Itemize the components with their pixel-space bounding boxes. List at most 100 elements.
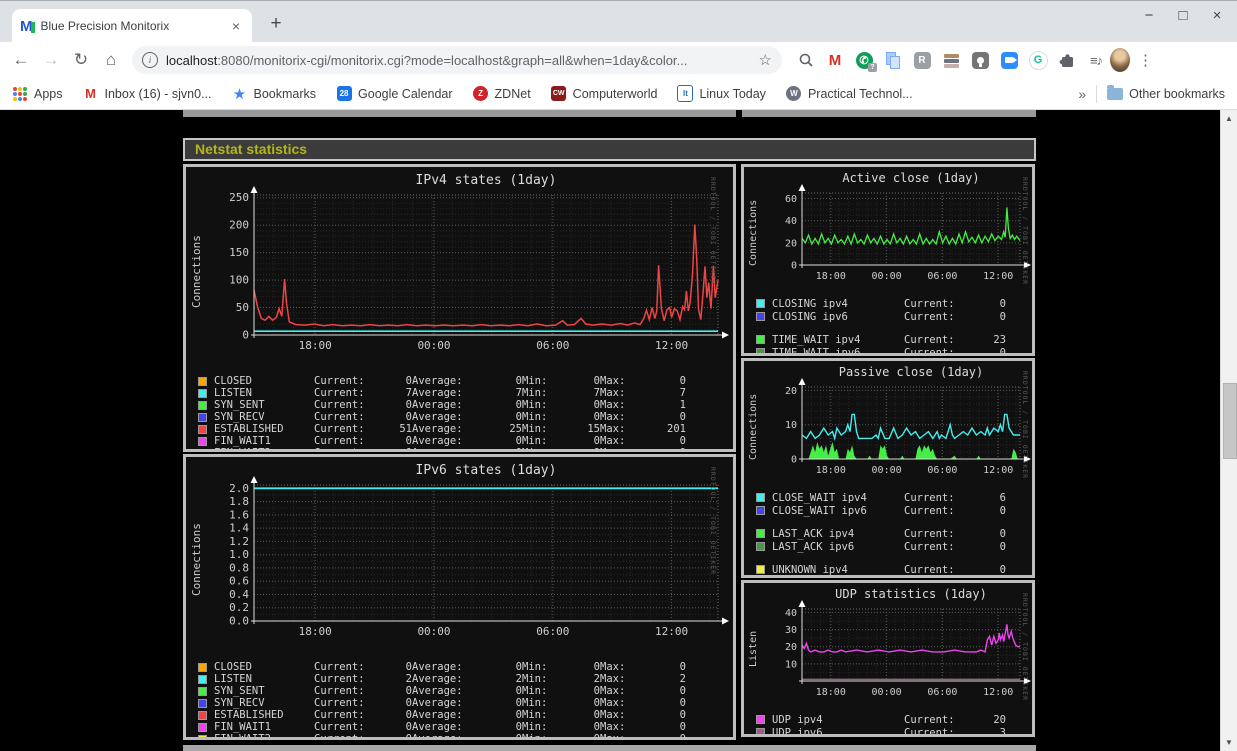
browser-window: M Blue Precision Monitorix × + − □ × ← →… — [0, 0, 1237, 751]
legend-swatch — [198, 662, 207, 672]
svg-text:200: 200 — [229, 219, 249, 232]
svg-text:18:00: 18:00 — [816, 687, 846, 698]
extensions-puzzle-icon[interactable] — [1057, 50, 1077, 70]
scrollbar-thumb[interactable] — [1223, 383, 1237, 459]
graph-panel-ipv6-states[interactable]: Connections 0.0 0.2 0.4 0.6 0.8 1.0 1.2 1.4 1.6 1… — [183, 454, 736, 740]
svg-text:20: 20 — [785, 642, 797, 653]
svg-text:00:00: 00:00 — [417, 339, 450, 352]
bookmarks-bar: Apps M Inbox (16) - sjvn0... ★ Bookmarks 28 Go… — [0, 78, 1237, 110]
y-axis-label: Connections — [190, 523, 203, 596]
legend-swatch — [198, 424, 207, 434]
address-bar[interactable]: i localhost:8080/monitorix-cgi/monitorix… — [132, 46, 782, 74]
maximize-button[interactable]: □ — [1173, 7, 1193, 24]
legend-row: FIN_WAIT1 Current: 0 Average: 0 Min: 0 Max: 0 — [198, 435, 733, 447]
playlist-ext-icon[interactable]: ≡♪ — [1086, 50, 1106, 70]
profile-avatar[interactable] — [1110, 48, 1130, 72]
back-button[interactable]: ← — [8, 47, 34, 73]
reader-ext-icon[interactable]: R — [912, 50, 932, 70]
ipv4-states-chart: 0 50 100 150 200 250 18:00 00:00 06:00 12:00 IPv4 … — [206, 171, 730, 372]
bookmark-item[interactable]: 28 Google Calendar — [336, 86, 453, 102]
rrdtool-branding: RRDTOOL / TOBI OETIKER — [1021, 371, 1029, 480]
svg-text:50: 50 — [236, 301, 249, 314]
bookmark-item[interactable]: CW Computerworld — [551, 86, 657, 102]
new-tab-button[interactable]: + — [262, 11, 290, 39]
vertical-scrollbar[interactable]: ▲ ▼ — [1220, 110, 1237, 751]
calendar-icon: 28 — [336, 86, 352, 101]
graph-panel-active-close[interactable]: Connections 0 20 40 60 18:00 00:00 06:00 12:00 A… — [741, 164, 1035, 356]
grammarly-ext-icon[interactable]: G — [1028, 50, 1048, 70]
site-info-icon[interactable]: i — [142, 52, 158, 68]
svg-text:0.6: 0.6 — [229, 575, 249, 588]
graph-panel-ipv4-states[interactable]: Connections 0 50 100 150 200 250 18:00 00:00 06:… — [183, 164, 736, 452]
rrdtool-branding: RRDTOOL / TOBI OETIKER — [1021, 177, 1029, 286]
svg-text:12:00: 12:00 — [983, 271, 1013, 282]
bookmark-item[interactable]: ★ Bookmarks — [232, 86, 316, 103]
browser-menu-icon[interactable]: ⋮ — [1134, 51, 1157, 69]
lamp-ext-icon[interactable] — [970, 50, 990, 70]
bookmark-item[interactable]: Apps — [12, 86, 63, 102]
legend-row: TIME_WAIT ipv6 Current: 0 — [756, 346, 1032, 353]
legend-row: ESTABLISHED Current: 0 Average: 0 Min: 0 Max: 0 — [198, 709, 733, 721]
svg-text:250: 250 — [229, 191, 249, 204]
reload-button[interactable]: ↻ — [68, 47, 94, 73]
other-bookmarks-button[interactable]: Other bookmarks — [1107, 84, 1225, 102]
zdnet-icon: Z — [473, 86, 489, 101]
ipv6-states-chart: 0.0 0.2 0.4 0.6 0.8 1.0 1.2 1.4 1.6 1.8 2.0 18:00 00… — [206, 461, 730, 658]
active-close-chart: 0 20 40 60 18:00 00:00 06:00 12:00 Active close … — [764, 171, 1032, 294]
svg-text:Passive close (1day): Passive close (1day) — [839, 365, 984, 379]
tab-close-icon[interactable]: × — [228, 18, 244, 34]
bookmarks-overflow-chevron[interactable]: » — [1078, 86, 1086, 102]
bookmark-item[interactable]: M Inbox (16) - sjvn0... — [83, 86, 211, 102]
bookmark-item[interactable]: Z ZDNet — [473, 86, 531, 102]
close-button[interactable]: × — [1207, 7, 1227, 24]
ipv4-legend: CLOSED Current: 0 Average: 0 Min: 0 Max: 0 LISTEN… — [190, 372, 733, 449]
svg-text:06:00: 06:00 — [927, 687, 957, 698]
graph-panel-udp-statistics[interactable]: Listen 10 20 30 40 18:00 00:00 06:00 12:00 UDP s… — [741, 580, 1035, 737]
books-stack-ext-icon[interactable] — [941, 50, 961, 70]
udp-statistics-chart: 10 20 30 40 18:00 00:00 06:00 12:00 UDP statisti… — [764, 587, 1032, 710]
bookmark-star-icon[interactable]: ☆ — [759, 51, 772, 69]
legend-row: SYN_RECV Current: 0 Average: 0 Min: 0 Max: 0 — [198, 411, 733, 423]
search-ext-icon[interactable] — [796, 50, 816, 70]
minimize-button[interactable]: − — [1139, 7, 1159, 24]
legend-row: CLOSED Current: 0 Average: 0 Min: 0 Max: 0 — [198, 375, 733, 387]
legend-swatch — [198, 376, 207, 386]
svg-text:0.4: 0.4 — [229, 588, 249, 601]
graph-panel-passive-close[interactable]: Connections 0 10 20 18:00 00:00 06:00 12:00 Pas… — [741, 358, 1035, 578]
legend-row: UNKNOWN ipv6Current:0 — [756, 576, 1032, 578]
scroll-up-arrow[interactable]: ▲ — [1221, 110, 1237, 127]
browser-tab[interactable]: M Blue Precision Monitorix × — [12, 9, 252, 43]
svg-text:1.2: 1.2 — [229, 535, 249, 548]
svg-text:UDP statistics (1day): UDP statistics (1day) — [835, 587, 987, 601]
url-text[interactable]: localhost:8080/monitorix-cgi/monitorix.c… — [166, 53, 753, 68]
svg-text:0.2: 0.2 — [229, 601, 249, 614]
gmail-ext-icon[interactable]: M — [825, 50, 845, 70]
scroll-down-arrow[interactable]: ▼ — [1221, 734, 1237, 751]
folder-icon — [1107, 84, 1124, 102]
svg-text:10: 10 — [785, 420, 797, 431]
bookmark-item[interactable]: W Practical Technol... — [786, 86, 913, 102]
svg-text:12:00: 12:00 — [983, 687, 1013, 698]
zoom-ext-icon[interactable] — [999, 50, 1019, 70]
svg-text:1.0: 1.0 — [229, 548, 249, 561]
bookmark-item[interactable]: lt Linux Today — [677, 85, 766, 102]
svg-text:18:00: 18:00 — [816, 271, 846, 282]
legend-swatch — [756, 542, 765, 551]
tab-title: Blue Precision Monitorix — [40, 19, 170, 33]
ipv6-legend: CLOSED Current: 0 Average: 0 Min: 0 Max: 0 LISTEN… — [190, 658, 733, 737]
legend-row: CLOSED Current: 0 Average: 0 Min: 0 Max: 0 — [198, 661, 733, 673]
passive-close-chart: 0 10 20 18:00 00:00 06:00 12:00 Passive close (… — [764, 365, 1032, 488]
legend-swatch — [198, 734, 207, 737]
legend-row: CLOSING ipv6 Current: 0 — [756, 310, 1032, 323]
svg-text:20: 20 — [785, 386, 797, 397]
google-voice-ext-icon[interactable]: ✆? — [854, 50, 877, 72]
window-controls: − □ × — [1139, 7, 1227, 24]
copy-pages-ext-icon[interactable] — [883, 50, 903, 70]
forward-button[interactable]: → — [38, 47, 64, 73]
svg-text:IPv6 states (1day): IPv6 states (1day) — [416, 463, 557, 478]
legend-row: LISTEN Current: 2 Average: 2 Min: 2 Max: 2 — [198, 673, 733, 685]
udp-legend: UDP ipv4 Current: 20 UDP ipv6 Current: 3 — [748, 710, 1032, 734]
svg-text:2.0: 2.0 — [229, 482, 249, 495]
home-button[interactable]: ⌂ — [98, 47, 124, 73]
legend-row: FIN_WAIT2Current:0Average:0Min:0Max:0 — [198, 447, 733, 449]
